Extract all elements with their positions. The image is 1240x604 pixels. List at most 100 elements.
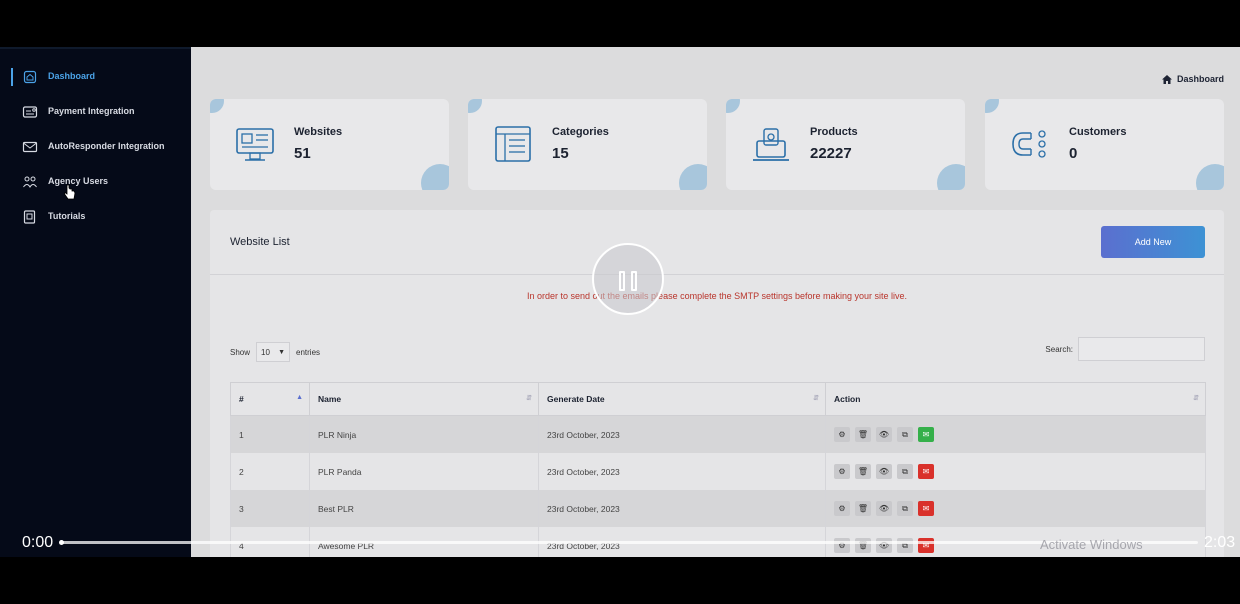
duration: 2:03 (1204, 534, 1236, 551)
sidebar-item-label: Tutorials (48, 211, 86, 221)
mail-icon[interactable]: ✉ (918, 501, 934, 516)
users-icon (23, 176, 37, 188)
sidebar: Dashboard Payment Integration AutoRespon… (0, 47, 191, 559)
card-decoration (421, 164, 449, 190)
cell-actions: ⚙ 🗑 👁 ⧉ ✉ (825, 453, 1206, 490)
search-control: Search: (1045, 337, 1205, 361)
stat-card-categories[interactable]: Categories 15 (468, 99, 707, 190)
stat-value: 22227 (810, 145, 852, 162)
sidebar-item-label: Payment Integration (48, 106, 135, 116)
entries-select[interactable]: 10 ▼ (256, 342, 291, 362)
sort-icon: ⇵ (813, 395, 819, 402)
cell-actions: ⚙ 🗑 👁 ⧉ ✉ (825, 490, 1206, 527)
video-progress-bar[interactable] (59, 540, 1198, 545)
sort-icon: ⇵ (1193, 395, 1199, 402)
trash-icon[interactable]: 🗑 (855, 427, 871, 442)
copy-icon[interactable]: ⧉ (897, 464, 913, 479)
activate-windows-watermark: Activate Windows (1040, 537, 1143, 552)
column-header-date[interactable]: Generate Date ⇵ (538, 382, 826, 416)
breadcrumb[interactable]: Dashboard (1161, 74, 1224, 84)
home-icon (1161, 74, 1172, 84)
table-row: 2 PLR Panda 23rd October, 2023 ⚙ 🗑 👁 ⧉ ✉ (230, 453, 1206, 490)
products-icon (753, 128, 789, 161)
card-decoration (726, 99, 740, 113)
eye-icon[interactable]: 👁 (876, 427, 892, 442)
card-decoration (985, 99, 999, 113)
sidebar-item-tutorials[interactable]: Tutorials (0, 206, 191, 228)
column-label: Name (318, 394, 342, 404)
pause-icon (619, 271, 625, 291)
cell-name: Best PLR (309, 490, 539, 527)
divider (210, 274, 1224, 275)
customers-magnet-icon (1012, 130, 1046, 158)
cell-name: PLR Ninja (309, 415, 539, 453)
stat-card-products[interactable]: Products 22227 (726, 99, 965, 190)
table-row: 1 PLR Ninja 23rd October, 2023 ⚙ 🗑 👁 ⧉ ✉ (230, 415, 1206, 453)
pause-icon (631, 271, 637, 291)
panel-title: Website List (230, 236, 290, 248)
sidebar-item-autoresponder[interactable]: AutoResponder Integration (0, 136, 191, 158)
tutorial-icon (23, 210, 36, 224)
card-decoration (1196, 164, 1224, 190)
column-header-number[interactable]: # ▲ (230, 382, 310, 416)
sidebar-item-label: Agency Users (48, 176, 109, 186)
sidebar-item-dashboard[interactable]: Dashboard (0, 66, 191, 88)
eye-icon[interactable]: 👁 (876, 501, 892, 516)
column-label: Action (834, 394, 861, 404)
stat-card-websites[interactable]: Websites 51 (210, 99, 449, 190)
pause-button[interactable] (592, 243, 664, 315)
sort-asc-icon: ▲ (296, 394, 303, 401)
breadcrumb-label: Dashboard (1176, 74, 1224, 84)
email-icon (22, 141, 38, 153)
home-icon (23, 70, 37, 84)
settings-icon[interactable]: ⚙ (834, 427, 850, 442)
mouse-cursor-icon (64, 184, 76, 200)
stat-title: Customers (1069, 126, 1127, 138)
card-decoration (679, 164, 707, 190)
sort-icon: ⇵ (526, 395, 532, 402)
cell-actions: ⚙ 🗑 👁 ⧉ ✉ (825, 415, 1206, 453)
mail-icon[interactable]: ✉ (918, 427, 934, 442)
entries-label: entries (296, 347, 321, 357)
sidebar-item-payment-integration[interactable]: Payment Integration (0, 101, 191, 123)
column-header-name[interactable]: Name ⇵ (309, 382, 539, 416)
copy-icon[interactable]: ⧉ (897, 501, 913, 516)
website-list-panel: Website List Add New In order to send ou… (210, 210, 1224, 557)
stat-title: Products (810, 126, 858, 138)
cell-date: 23rd October, 2023 (538, 415, 826, 453)
stat-card-customers[interactable]: Customers 0 (985, 99, 1224, 190)
mail-icon[interactable]: ✉ (918, 464, 934, 479)
eye-icon[interactable]: 👁 (876, 464, 892, 479)
progress-knob[interactable] (59, 540, 64, 545)
search-input[interactable] (1078, 337, 1205, 361)
stat-title: Websites (294, 126, 343, 138)
card-decoration (210, 99, 224, 113)
column-header-action[interactable]: Action ⇵ (825, 382, 1206, 416)
website-table: # ▲ Name ⇵ Generate Date ⇵ Action ⇵ 1 PLR Ni… (230, 382, 1206, 557)
stat-value: 0 (1069, 145, 1078, 162)
video-letterbox-bottom (0, 557, 1240, 604)
add-new-button[interactable]: Add New (1101, 226, 1205, 258)
payment-icon (22, 106, 38, 118)
table-row: 3 Best PLR 23rd October, 2023 ⚙ 🗑 👁 ⧉ ✉ (230, 490, 1206, 527)
categories-icon (495, 126, 531, 162)
smtp-warning: In order to send out the emails please c… (526, 291, 908, 301)
column-label: Generate Date (547, 394, 605, 404)
cell-name: PLR Panda (309, 453, 539, 490)
copy-icon[interactable]: ⧉ (897, 427, 913, 442)
chevron-down-icon: ▼ (278, 348, 286, 356)
sidebar-item-agency-users[interactable]: Agency Users (0, 171, 191, 193)
sidebar-item-label: AutoResponder Integration (48, 141, 165, 151)
sidebar-item-label: Dashboard (48, 71, 96, 81)
card-decoration (468, 99, 482, 113)
stat-value: 15 (552, 145, 569, 162)
table-header-row: # ▲ Name ⇵ Generate Date ⇵ Action ⇵ (230, 382, 1206, 416)
trash-icon[interactable]: 🗑 (855, 464, 871, 479)
cell-date: 23rd October, 2023 (538, 490, 826, 527)
cell-number: 1 (230, 415, 310, 453)
settings-icon[interactable]: ⚙ (834, 501, 850, 516)
settings-icon[interactable]: ⚙ (834, 464, 850, 479)
trash-icon[interactable]: 🗑 (855, 501, 871, 516)
card-decoration (937, 164, 965, 190)
website-icon (236, 128, 274, 161)
